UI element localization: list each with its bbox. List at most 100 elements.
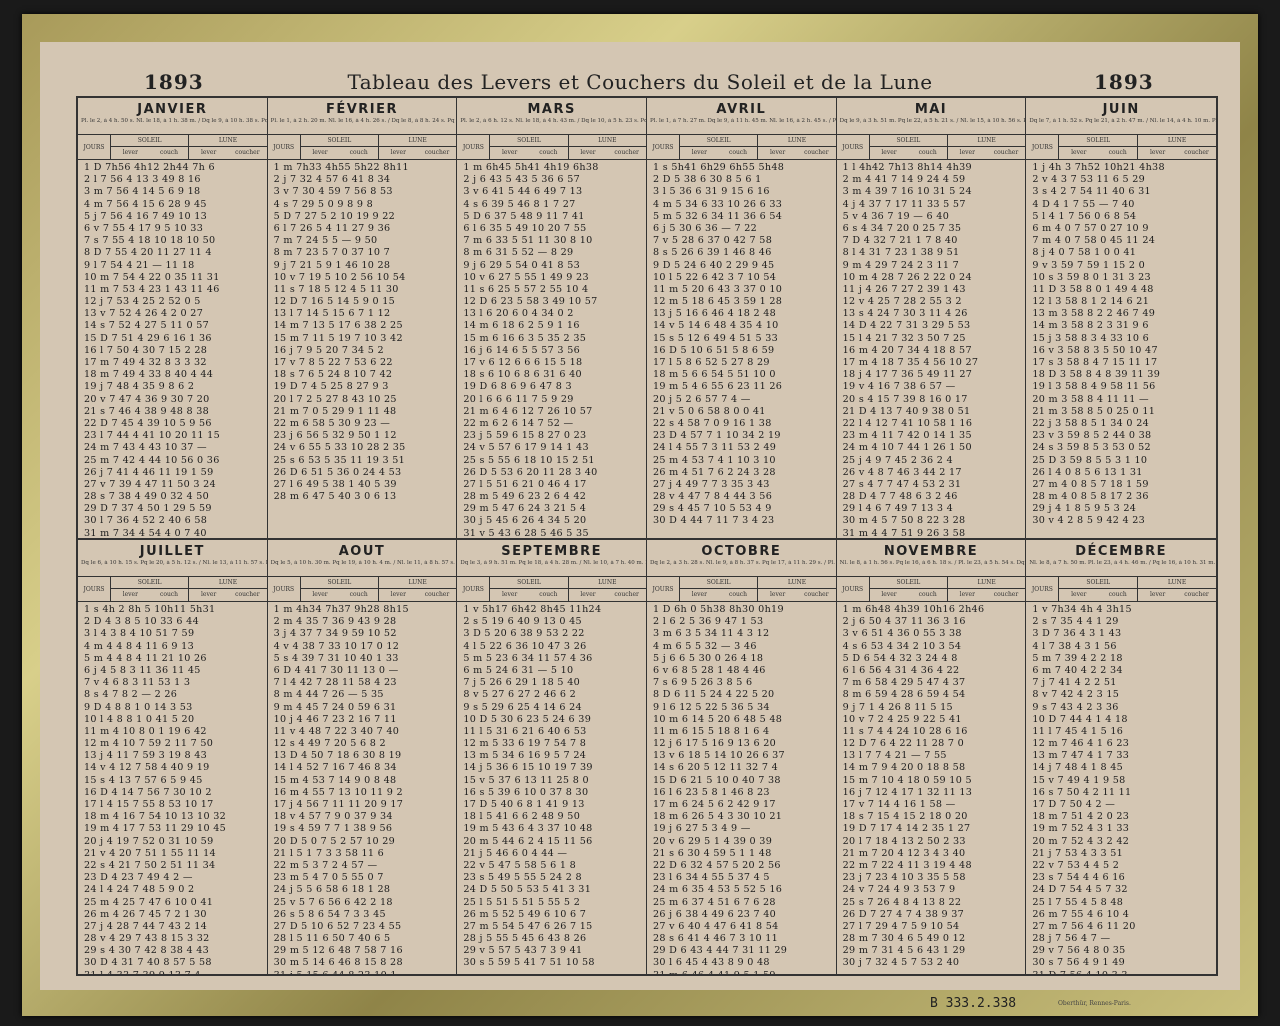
coucher-label: coucher xyxy=(993,149,1019,156)
day-row: 12 l 3 58 8 1 2 14 6 21 xyxy=(1032,296,1150,308)
day-row: 6 l 6 56 4 31 4 36 4 22 xyxy=(842,664,960,676)
soleil-label: SOLEIL xyxy=(1059,135,1138,147)
day-row: 31 v 5 43 6 28 5 46 5 35 xyxy=(463,527,589,538)
day-row: 17 m 7 49 4 32 8 3 3 32 xyxy=(84,357,207,368)
day-row: 27 D 5 10 6 52 7 23 4 55 xyxy=(273,920,402,932)
months-grid: JANVIER Pl. le 2, à 4 h. 50 s. Nl. le 18,… xyxy=(76,96,1218,976)
day-row: 27 m 4 0 8 5 7 18 1 59 xyxy=(1032,478,1149,490)
day-row: 11 v 4 48 7 22 3 40 7 40 xyxy=(273,725,400,737)
day-row: 2 m 4 35 7 36 9 43 9 28 xyxy=(273,616,397,628)
coucher-label: coucher xyxy=(424,149,450,156)
day-row: 15 j 3 58 8 3 4 33 10 6 xyxy=(1032,332,1149,344)
month-block: OCTOBRE Dq le 2, à 3 h. 28 s. Nl. le 9, à… xyxy=(647,540,837,974)
day-row: 22 m 7 22 4 11 3 19 4 48 xyxy=(842,859,972,871)
day-row: 16 s 5 39 6 10 0 37 8 30 xyxy=(463,786,589,798)
day-row: 15 m 7 11 5 19 7 10 3 42 xyxy=(273,332,403,344)
lune-header: LUNE lever coucher xyxy=(758,135,836,159)
day-row: 18 m 7 49 4 33 8 40 4 44 xyxy=(84,369,214,381)
day-row: 12 s 4 49 7 20 5 6 8 2 xyxy=(273,738,386,750)
soleil-header: SOLEIL lever couch xyxy=(680,577,759,601)
day-row: 1 m 6h45 5h41 4h19 6h38 xyxy=(463,162,599,173)
day-row: 23 s 7 54 4 4 6 16 xyxy=(1032,872,1126,884)
day-row: 29 v 5 57 5 43 7 3 9 41 xyxy=(463,945,583,957)
day-row: 7 v 4 6 8 3 11 53 1 3 xyxy=(84,677,191,689)
lever-label: lever xyxy=(312,591,328,598)
day-row: 16 l 6 23 5 8 1 46 8 23 xyxy=(653,786,770,798)
day-row: 15 m 4 53 7 14 9 0 8 48 xyxy=(273,774,397,786)
day-row: 2 m 4 41 7 14 9 24 4 59 xyxy=(842,174,966,186)
day-rows: 1 m 6h48 4h39 10h16 2h46 2 j 6 50 4 37 11… xyxy=(837,602,1026,970)
day-row: 3 v 7 30 4 59 7 56 8 53 xyxy=(273,186,393,198)
day-row: 22 D 7 45 4 39 10 5 9 56 xyxy=(84,417,212,429)
day-row: 16 D 5 10 6 51 5 8 6 59 xyxy=(653,344,775,356)
day-row: 18 m 5 6 6 54 5 51 10 0 xyxy=(653,369,776,381)
day-row: 6 j 5 30 6 36 — 7 22 xyxy=(653,222,758,234)
month-name: MAI xyxy=(914,102,948,117)
day-row: 5 l 4 1 7 56 0 6 8 54 xyxy=(1032,210,1137,222)
day-rows: 1 v 5h17 6h42 8h45 11h24 2 s 5 19 6 40 9 … xyxy=(457,602,646,970)
day-row: 15 D 7 51 4 29 6 16 1 36 xyxy=(84,332,212,344)
day-row: 13 j 4 11 7 59 3 19 8 43 xyxy=(84,750,208,762)
day-row: 12 m 7 46 4 1 6 23 xyxy=(1032,738,1130,750)
day-row: 8 m 4 44 7 26 — 5 35 xyxy=(273,689,384,701)
day-row: 15 v 7 49 4 1 9 58 xyxy=(1032,774,1126,786)
day-row: 11 D 3 58 8 0 1 49 4 48 xyxy=(1032,283,1154,295)
day-row: 20 m 7 52 4 3 2 42 xyxy=(1032,835,1130,847)
day-row: 2 s 7 35 4 4 1 29 xyxy=(1032,616,1119,628)
day-row: 21 s 6 30 4 59 5 1 1 48 xyxy=(653,847,772,859)
day-row: 13 l 7 14 5 15 6 7 1 12 xyxy=(273,308,391,320)
day-row: 26 m 4 51 7 6 2 24 3 28 xyxy=(653,466,776,478)
lune-header: LUNE lever coucher xyxy=(1138,135,1216,159)
lune-header: LUNE lever coucher xyxy=(378,135,457,159)
day-row: 26 v 4 8 7 46 3 44 2 17 xyxy=(842,466,962,478)
day-row: 12 j 6 17 5 16 9 13 6 20 xyxy=(653,738,777,750)
day-row: 7 m 7 24 5 5 — 9 50 xyxy=(273,235,378,247)
day-row: 16 D 4 14 7 56 7 30 10 2 xyxy=(84,786,212,798)
day-row: 24 j 5 5 6 58 6 18 1 28 xyxy=(273,884,391,896)
moon-phases: Pl. le 2, à 6 h. 12 s. Nl. le 18, à 4 h.… xyxy=(457,118,646,135)
day-row: 12 m 4 10 7 59 2 11 7 50 xyxy=(84,738,214,750)
day-row: 7 s 7 55 4 18 10 18 10 50 xyxy=(84,235,216,247)
lune-label: LUNE xyxy=(758,135,836,147)
day-row: 23 j 6 56 5 32 9 50 1 12 xyxy=(273,430,397,442)
couch-label: couch xyxy=(918,149,937,156)
day-row: 29 m 5 12 6 48 7 58 7 16 xyxy=(273,945,403,957)
day-row: 7 s 6 9 5 26 3 8 5 6 xyxy=(653,677,753,689)
soleil-label: SOLEIL xyxy=(490,577,568,589)
day-row: 20 v 6 29 5 1 4 39 0 39 xyxy=(653,835,773,847)
lever-label: lever xyxy=(502,591,518,598)
column-headers: JOURS SOLEIL lever couch LUNE lever coucher xyxy=(647,577,836,602)
day-row: 18 m 6 26 5 4 3 30 10 21 xyxy=(653,811,783,823)
day-row: 1 s 5h41 6h29 6h55 5h48 xyxy=(653,162,785,173)
day-row: 24 v 7 24 4 9 3 53 7 9 xyxy=(842,884,956,896)
month-name: JANVIER xyxy=(137,102,208,117)
day-row: 24 m 7 43 4 43 10 37 — xyxy=(84,442,207,454)
day-row: 17 m 4 18 7 35 4 56 10 27 xyxy=(842,357,979,368)
day-row: 11 l 5 31 6 21 6 40 6 53 xyxy=(463,725,587,737)
day-rows: 1 s 5h41 6h29 6h55 5h48 2 D 5 38 6 30 8 5… xyxy=(647,160,836,528)
day-row: 19 v 4 16 7 38 6 57 — xyxy=(842,381,956,393)
day-rows: 1 v 7h34 4h 4 3h15 2 s 7 35 4 4 1 29 3 D 7… xyxy=(1026,602,1216,974)
day-row: 22 s 4 58 7 0 9 16 1 38 xyxy=(653,417,772,429)
day-row: 25 v 5 7 6 56 6 42 2 18 xyxy=(273,896,393,908)
jours-header: JOURS xyxy=(837,577,870,601)
day-row: 19 D 7 4 5 25 8 27 9 3 xyxy=(273,381,389,393)
day-row: 21 m 7 20 4 12 3 4 3 40 xyxy=(842,847,966,859)
lune-label: LUNE xyxy=(947,577,1026,589)
soleil-label: SOLEIL xyxy=(300,135,378,147)
column-headers: JOURS SOLEIL lever couch LUNE lever coucher xyxy=(78,577,267,602)
day-row: 5 s 4 39 7 31 10 40 1 33 xyxy=(273,652,399,664)
day-row: 3 j 4 37 7 34 9 59 10 52 xyxy=(273,628,397,640)
day-row: 2 j 6 50 4 37 11 36 3 16 xyxy=(842,616,966,628)
lune-header: LUNE lever coucher xyxy=(947,135,1026,159)
jours-header: JOURS xyxy=(647,577,680,601)
day-row: 11 s 6 25 5 57 2 55 10 4 xyxy=(463,283,589,295)
day-row: 27 s 4 7 7 47 4 53 2 31 xyxy=(842,478,962,490)
day-row: 10 l 5 22 6 42 3 7 10 54 xyxy=(653,271,777,283)
moon-phases: Dq le 5, à 10 h. 30 m. Pq le 19, à 10 h.… xyxy=(267,560,457,577)
month-block: JANVIER Pl. le 2, à 4 h. 50 s. Nl. le 18,… xyxy=(78,98,268,538)
day-row: 28 j 5 55 5 45 6 43 8 26 xyxy=(463,933,587,945)
lune-header: LUNE lever coucher xyxy=(378,577,457,601)
coucher-label: coucher xyxy=(614,149,639,156)
day-row: 24 l 4 55 7 3 11 53 2 49 xyxy=(653,442,777,454)
